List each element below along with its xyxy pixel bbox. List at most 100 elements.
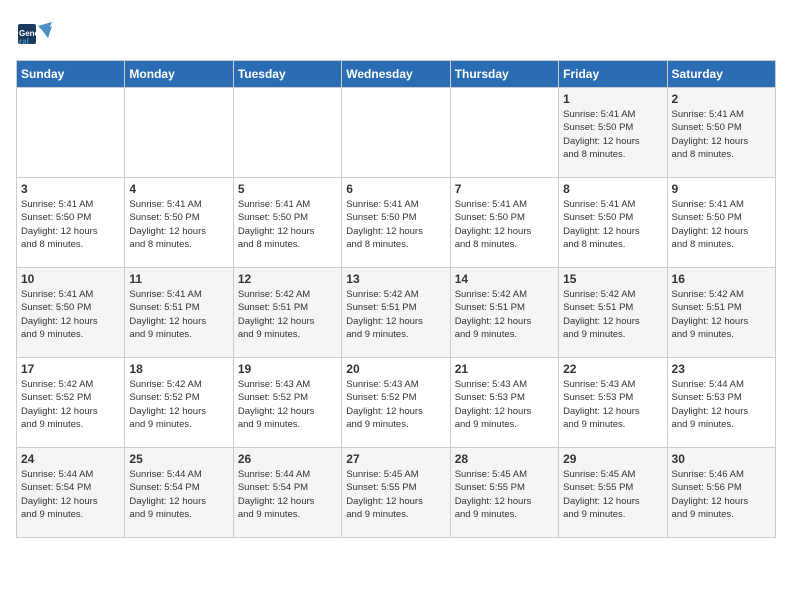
weekday-header-tuesday: Tuesday: [233, 61, 341, 88]
day-number: 16: [672, 272, 771, 286]
calendar-cell: 5 Sunrise: 5:41 AM Sunset: 5:50 PM Daylig…: [233, 178, 341, 268]
day-number: 1: [563, 92, 662, 106]
logo: Gene ral: [16, 16, 56, 52]
day-info: Sunrise: 5:41 AM Sunset: 5:50 PM Dayligh…: [129, 198, 228, 251]
weekday-header-friday: Friday: [559, 61, 667, 88]
day-info: Sunrise: 5:42 AM Sunset: 5:51 PM Dayligh…: [672, 288, 771, 341]
day-number: 11: [129, 272, 228, 286]
day-info: Sunrise: 5:43 AM Sunset: 5:53 PM Dayligh…: [563, 378, 662, 431]
day-info: Sunrise: 5:41 AM Sunset: 5:50 PM Dayligh…: [672, 198, 771, 251]
calendar-cell: 12 Sunrise: 5:42 AM Sunset: 5:51 PM Dayli…: [233, 268, 341, 358]
day-info: Sunrise: 5:41 AM Sunset: 5:50 PM Dayligh…: [455, 198, 554, 251]
day-info: Sunrise: 5:42 AM Sunset: 5:51 PM Dayligh…: [455, 288, 554, 341]
calendar-table: SundayMondayTuesdayWednesdayThursdayFrid…: [16, 60, 776, 538]
calendar-cell: 25 Sunrise: 5:44 AM Sunset: 5:54 PM Dayli…: [125, 448, 233, 538]
calendar-cell: 28 Sunrise: 5:45 AM Sunset: 5:55 PM Dayli…: [450, 448, 558, 538]
calendar-cell: 7 Sunrise: 5:41 AM Sunset: 5:50 PM Daylig…: [450, 178, 558, 268]
calendar-cell: 4Sunrise: 5:41 AM Sunset: 5:50 PM Daylig…: [125, 178, 233, 268]
weekday-header-sunday: Sunday: [17, 61, 125, 88]
day-info: Sunrise: 5:42 AM Sunset: 5:52 PM Dayligh…: [21, 378, 120, 431]
day-info: Sunrise: 5:44 AM Sunset: 5:54 PM Dayligh…: [238, 468, 337, 521]
day-number: 3: [21, 182, 120, 196]
day-info: Sunrise: 5:42 AM Sunset: 5:51 PM Dayligh…: [238, 288, 337, 341]
day-info: Sunrise: 5:44 AM Sunset: 5:53 PM Dayligh…: [672, 378, 771, 431]
day-info: Sunrise: 5:43 AM Sunset: 5:52 PM Dayligh…: [238, 378, 337, 431]
day-number: 8: [563, 182, 662, 196]
calendar-cell: 30 Sunrise: 5:46 AM Sunset: 5:56 PM Dayli…: [667, 448, 775, 538]
day-info: Sunrise: 5:44 AM Sunset: 5:54 PM Dayligh…: [129, 468, 228, 521]
day-info: Sunrise: 5:41 AM Sunset: 5:50 PM Dayligh…: [346, 198, 445, 251]
day-number: 26: [238, 452, 337, 466]
calendar-cell: 24 Sunrise: 5:44 AM Sunset: 5:54 PM Dayli…: [17, 448, 125, 538]
day-info: Sunrise: 5:41 AM Sunset: 5:51 PM Dayligh…: [129, 288, 228, 341]
day-number: 18: [129, 362, 228, 376]
day-number: 13: [346, 272, 445, 286]
day-info: Sunrise: 5:41 AM Sunset: 5:50 PM Dayligh…: [238, 198, 337, 251]
calendar-cell: 20 Sunrise: 5:43 AM Sunset: 5:52 PM Dayli…: [342, 358, 450, 448]
calendar-cell: 9 Sunrise: 5:41 AM Sunset: 5:50 PM Daylig…: [667, 178, 775, 268]
day-info: Sunrise: 5:41 AM Sunset: 5:50 PM Dayligh…: [672, 108, 771, 161]
day-number: 27: [346, 452, 445, 466]
calendar-cell: 29 Sunrise: 5:45 AM Sunset: 5:55 PM Dayli…: [559, 448, 667, 538]
calendar-cell: 23 Sunrise: 5:44 AM Sunset: 5:53 PM Dayli…: [667, 358, 775, 448]
day-number: 22: [563, 362, 662, 376]
calendar-cell: [125, 88, 233, 178]
day-info: Sunrise: 5:45 AM Sunset: 5:55 PM Dayligh…: [455, 468, 554, 521]
day-info: Sunrise: 5:43 AM Sunset: 5:52 PM Dayligh…: [346, 378, 445, 431]
weekday-header-saturday: Saturday: [667, 61, 775, 88]
calendar-cell: 22 Sunrise: 5:43 AM Sunset: 5:53 PM Dayli…: [559, 358, 667, 448]
calendar-cell: 19 Sunrise: 5:43 AM Sunset: 5:52 PM Dayli…: [233, 358, 341, 448]
day-info: Sunrise: 5:41 AM Sunset: 5:50 PM Dayligh…: [21, 288, 120, 341]
day-info: Sunrise: 5:44 AM Sunset: 5:54 PM Dayligh…: [21, 468, 120, 521]
day-number: 25: [129, 452, 228, 466]
calendar-cell: 10 Sunrise: 5:41 AM Sunset: 5:50 PM Dayli…: [17, 268, 125, 358]
day-number: 7: [455, 182, 554, 196]
calendar-cell: [342, 88, 450, 178]
day-number: 5: [238, 182, 337, 196]
calendar-cell: 6 Sunrise: 5:41 AM Sunset: 5:50 PM Daylig…: [342, 178, 450, 268]
day-info: Sunrise: 5:41 AM Sunset: 5:50 PM Dayligh…: [21, 198, 120, 251]
day-info: Sunrise: 5:46 AM Sunset: 5:56 PM Dayligh…: [672, 468, 771, 521]
calendar-cell: 13Sunrise: 5:42 AM Sunset: 5:51 PM Dayli…: [342, 268, 450, 358]
weekday-header-wednesday: Wednesday: [342, 61, 450, 88]
calendar-cell: 16 Sunrise: 5:42 AM Sunset: 5:51 PM Dayli…: [667, 268, 775, 358]
day-number: 17: [21, 362, 120, 376]
weekday-header-monday: Monday: [125, 61, 233, 88]
day-number: 24: [21, 452, 120, 466]
calendar-cell: [233, 88, 341, 178]
calendar-cell: 1 Sunrise: 5:41 AM Sunset: 5:50 PM Daylig…: [559, 88, 667, 178]
day-number: 19: [238, 362, 337, 376]
svg-text:ral: ral: [19, 37, 29, 46]
day-number: 29: [563, 452, 662, 466]
day-info: Sunrise: 5:45 AM Sunset: 5:55 PM Dayligh…: [346, 468, 445, 521]
day-number: 23: [672, 362, 771, 376]
day-info: Sunrise: 5:43 AM Sunset: 5:53 PM Dayligh…: [455, 378, 554, 431]
day-number: 10: [21, 272, 120, 286]
day-number: 20: [346, 362, 445, 376]
calendar-cell: 18 Sunrise: 5:42 AM Sunset: 5:52 PM Dayli…: [125, 358, 233, 448]
day-number: 2: [672, 92, 771, 106]
day-info: Sunrise: 5:41 AM Sunset: 5:50 PM Dayligh…: [563, 108, 662, 161]
calendar-cell: 11 Sunrise: 5:41 AM Sunset: 5:51 PM Dayli…: [125, 268, 233, 358]
day-number: 6: [346, 182, 445, 196]
calendar-cell: 15 Sunrise: 5:42 AM Sunset: 5:51 PM Dayli…: [559, 268, 667, 358]
calendar-cell: 14 Sunrise: 5:42 AM Sunset: 5:51 PM Dayli…: [450, 268, 558, 358]
day-number: 30: [672, 452, 771, 466]
day-info: Sunrise: 5:42 AM Sunset: 5:52 PM Dayligh…: [129, 378, 228, 431]
calendar-cell: 21 Sunrise: 5:43 AM Sunset: 5:53 PM Dayli…: [450, 358, 558, 448]
calendar-cell: 3 Sunrise: 5:41 AM Sunset: 5:50 PM Daylig…: [17, 178, 125, 268]
day-info: Sunrise: 5:42 AM Sunset: 5:51 PM Dayligh…: [563, 288, 662, 341]
day-number: 14: [455, 272, 554, 286]
day-number: 21: [455, 362, 554, 376]
day-number: 28: [455, 452, 554, 466]
day-number: 12: [238, 272, 337, 286]
calendar-cell: 8Sunrise: 5:41 AM Sunset: 5:50 PM Daylig…: [559, 178, 667, 268]
calendar-cell: 26 Sunrise: 5:44 AM Sunset: 5:54 PM Dayli…: [233, 448, 341, 538]
day-info: Sunrise: 5:45 AM Sunset: 5:55 PM Dayligh…: [563, 468, 662, 521]
calendar-cell: 2 Sunrise: 5:41 AM Sunset: 5:50 PM Daylig…: [667, 88, 775, 178]
day-number: 15: [563, 272, 662, 286]
calendar-cell: 27 Sunrise: 5:45 AM Sunset: 5:55 PM Dayli…: [342, 448, 450, 538]
calendar-cell: 17 Sunrise: 5:42 AM Sunset: 5:52 PM Dayli…: [17, 358, 125, 448]
weekday-header-thursday: Thursday: [450, 61, 558, 88]
day-number: 9: [672, 182, 771, 196]
